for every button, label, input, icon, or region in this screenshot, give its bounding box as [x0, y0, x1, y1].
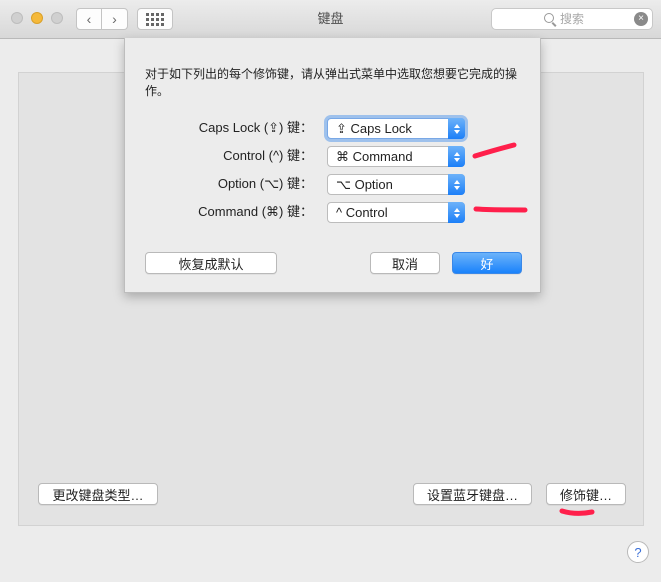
show-all-button[interactable] [137, 8, 173, 30]
option-value: ⌥ Option [336, 177, 393, 192]
option-popup[interactable]: ⌥ Option [327, 174, 465, 195]
clear-search-icon[interactable]: × [634, 12, 648, 26]
control-value: ⌘ Command [336, 149, 413, 164]
search-field[interactable]: × [491, 8, 653, 30]
control-popup[interactable]: ⌘ Command [327, 146, 465, 167]
grid-icon [146, 12, 164, 26]
popup-arrows-icon [448, 146, 465, 167]
caps-lock-label: Caps Lock (⇪) 键： [198, 120, 313, 135]
option-label: Option (⌥) 键： [217, 176, 313, 191]
chevron-left-icon: ‹ [86, 11, 92, 27]
command-value: ^ Control [336, 205, 388, 220]
forward-button[interactable]: › [102, 8, 128, 30]
close-window-button[interactable] [11, 12, 23, 24]
popup-arrows-icon [448, 202, 465, 223]
search-icon [544, 13, 554, 23]
chevron-right-icon: › [112, 11, 117, 27]
ok-button[interactable]: 好 [452, 252, 522, 274]
restore-defaults-button[interactable]: 恢复成默认 [145, 252, 277, 274]
modifier-keys-button[interactable]: 修饰键… [546, 483, 626, 505]
setup-bluetooth-keyboard-button[interactable]: 设置蓝牙键盘… [413, 483, 532, 505]
control-label: Control (^) 键： [223, 148, 313, 163]
caps-lock-popup[interactable]: ⇪ Caps Lock [327, 118, 465, 139]
modifier-keys-sheet: 对于如下列出的每个修饰键，请从弹出式菜单中选取您想要它完成的操作。 Caps L… [124, 38, 541, 293]
sheet-description: 对于如下列出的每个修饰键，请从弹出式菜单中选取您想要它完成的操作。 [145, 67, 518, 98]
popup-arrows-icon [448, 118, 465, 139]
zoom-window-button[interactable] [51, 12, 63, 24]
minimize-window-button[interactable] [31, 12, 43, 24]
popup-arrows-icon [448, 174, 465, 195]
cancel-button[interactable]: 取消 [370, 252, 440, 274]
command-popup[interactable]: ^ Control [327, 202, 465, 223]
caps-lock-value: ⇪ Caps Lock [336, 121, 412, 136]
help-button[interactable]: ? [627, 541, 649, 563]
search-input[interactable] [560, 11, 620, 27]
change-keyboard-type-button[interactable]: 更改键盘类型… [38, 483, 158, 505]
question-mark-icon: ? [634, 544, 642, 560]
command-label: Command (⌘) 键： [198, 204, 313, 219]
back-button[interactable]: ‹ [76, 8, 102, 30]
title-bar: ‹ › 键盘 × [0, 0, 661, 39]
